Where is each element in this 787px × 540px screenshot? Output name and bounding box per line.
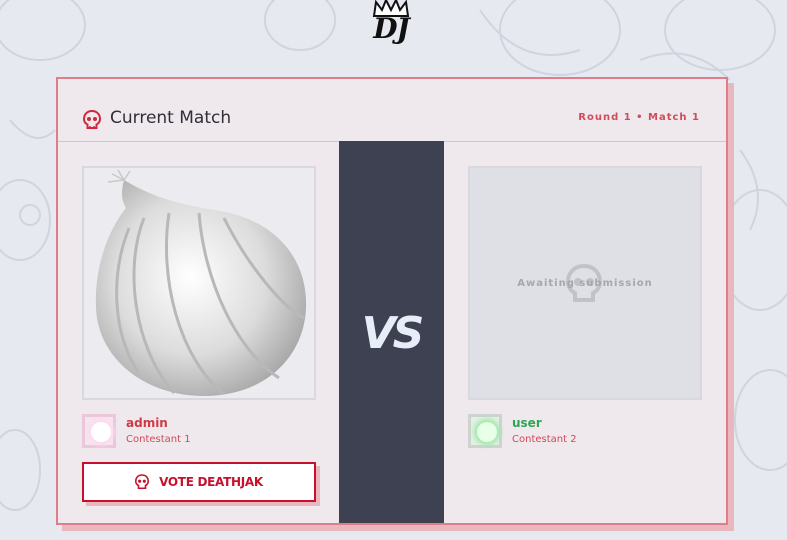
contestant-name[interactable]: admin xyxy=(126,416,168,431)
current-match-card: Current Match Round 1 • Match 1 admin Co… xyxy=(56,77,728,525)
contestant-label: Contestant 2 xyxy=(512,434,577,445)
skull-icon xyxy=(135,474,150,489)
submission-placeholder: Awaiting submission xyxy=(468,166,702,400)
round-info: Round 1 • Match 1 xyxy=(578,112,700,123)
awaiting-submission-text: Awaiting submission xyxy=(517,278,653,289)
card-title: Current Match xyxy=(110,108,232,128)
contestant-name[interactable]: user xyxy=(512,416,542,431)
vs-divider: VS xyxy=(339,141,444,523)
avatar[interactable] xyxy=(468,414,502,448)
contestant-1: admin Contestant 1 VOTE DEATHJAK xyxy=(82,166,316,506)
avatar[interactable] xyxy=(82,414,116,448)
contestant-info: user Contestant 2 xyxy=(468,414,702,450)
logo-text: DJ xyxy=(373,12,410,45)
contestant-info: admin Contestant 1 xyxy=(82,414,316,450)
skull-icon xyxy=(83,110,101,129)
onion-image xyxy=(95,169,307,396)
submission-image[interactable] xyxy=(82,166,316,400)
avatar-image xyxy=(477,422,497,442)
avatar-image xyxy=(91,422,111,442)
vote-button-label: VOTE DEATHJAK xyxy=(159,475,263,489)
contestant-label: Contestant 1 xyxy=(126,434,191,445)
contestant-2: Awaiting submission user Contestant 2 xyxy=(468,166,702,450)
app-logo[interactable]: DJ xyxy=(348,0,434,46)
vote-button[interactable]: VOTE DEATHJAK xyxy=(82,462,316,502)
vs-label: VS xyxy=(361,308,425,359)
card-header: Current Match Round 1 • Match 1 xyxy=(58,79,726,142)
